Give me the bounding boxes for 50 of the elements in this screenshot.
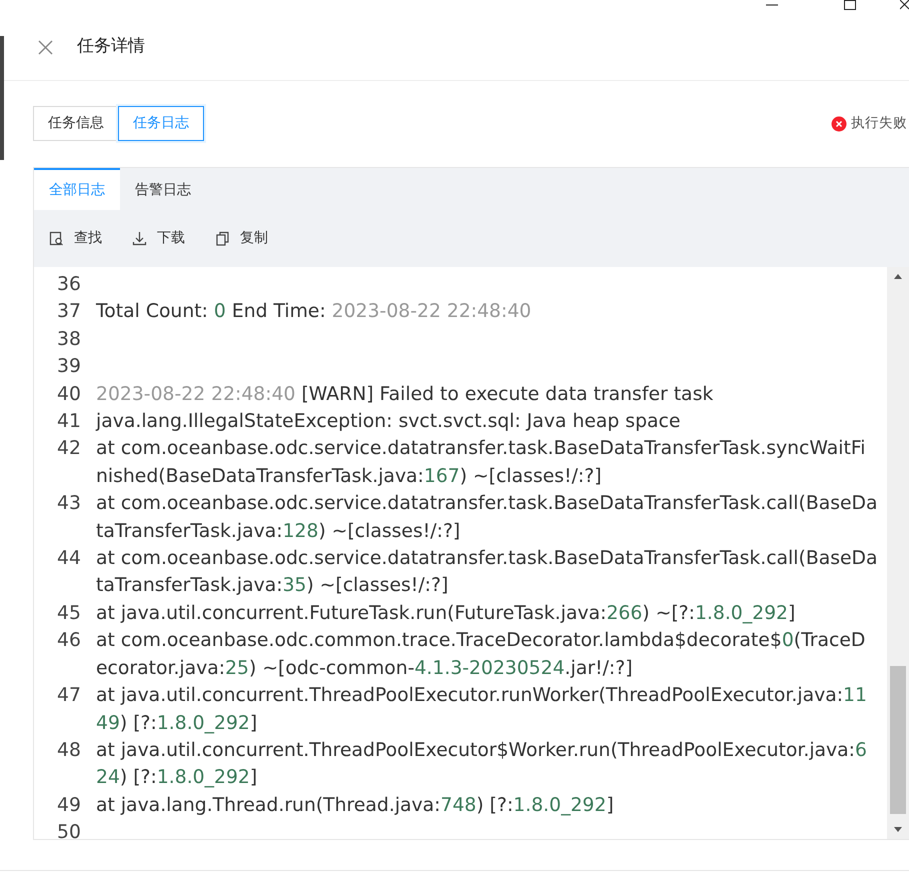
- toolbar-button[interactable]: 下载: [132, 228, 185, 249]
- log-text: taTransferTask.java:35) ~[classes!/:?]: [96, 574, 448, 598]
- log-text: at com.oceanbase.odc.service.datatransfer.task.BaseDataTransferTask.syncWaitFi: [96, 437, 866, 462]
- log-text: 49) [?:1.8.0_292]: [96, 712, 258, 736]
- line-number: 46: [56, 629, 82, 654]
- tab[interactable]: 告警日志: [120, 168, 206, 210]
- log-text: at java.lang.Thread.run(Thread.java:748) [?:1.8.0_292]: [96, 794, 614, 818]
- line-number: 43: [56, 492, 82, 516]
- log-text: 2023-08-22 22:48:40 [WARN] Failed to execute data transfer task: [96, 382, 714, 407]
- toolbar-button[interactable]: 查找: [49, 228, 102, 249]
- tab[interactable]: 任务信息: [33, 106, 119, 141]
- log-text: at com.oceanbase.odc.service.datatransfer.task.BaseDataTransferTask.call(BaseDa: [96, 492, 878, 516]
- error-icon: [831, 116, 847, 132]
- log-text: taTransferTask.java:128) ~[classes!/:?]: [96, 520, 460, 544]
- maximize-icon[interactable]: [844, 0, 856, 10]
- line-number: 39: [56, 355, 82, 380]
- log-text: at com.oceanbase.odc.service.datatransfer.task.BaseDataTransferTask.call(BaseDa: [96, 547, 878, 572]
- drawer-title: 任务详情: [77, 35, 145, 58]
- line-number: 44: [56, 547, 82, 572]
- line-number: 45: [56, 602, 82, 626]
- log-text: Total Count: 0 End Time: 2023-08-22 22:48:40: [96, 300, 532, 324]
- line-number: 50: [56, 821, 82, 839]
- log-text: at java.util.concurrent.FutureTask.run(FutureTask.java:266) ~[?:1.8.0_292]: [96, 602, 796, 626]
- arrow-down-icon[interactable]: [893, 826, 903, 833]
- log-text: nished(BaseDataTransferTask.java:167) ~[classes!/:?]: [96, 464, 602, 489]
- log-text: at java.util.concurrent.ThreadPoolExecutor$Worker.run(ThreadPoolExecutor.java:6: [96, 738, 867, 763]
- line-number: 36: [56, 273, 82, 297]
- line-number: 47: [56, 684, 82, 708]
- log-text: 24) [?:1.8.0_292]: [96, 766, 258, 790]
- line-number: 38: [56, 328, 82, 352]
- copy-icon: [215, 231, 230, 246]
- line-number: 49: [56, 794, 82, 818]
- line-number: 42: [56, 437, 82, 462]
- arrow-up-icon[interactable]: [893, 273, 903, 280]
- log-text: java.lang.IllegalStateException: svct.svct.sql: Java heap space: [96, 410, 680, 434]
- line-number: 48: [56, 738, 82, 763]
- close-button[interactable]: [38, 40, 53, 54]
- log-text: at java.util.concurrent.ThreadPoolExecutor.runWorker(ThreadPoolExecutor.java:11: [96, 684, 867, 708]
- search-icon: [49, 231, 64, 246]
- line-number: 41: [56, 410, 82, 434]
- toolbar-button[interactable]: 复制: [215, 228, 268, 249]
- scroll-thumb[interactable]: [890, 666, 906, 814]
- close-icon: [38, 40, 53, 54]
- line-number: 40: [56, 382, 82, 407]
- line-number: 37: [56, 300, 82, 324]
- status-label: 执行失败: [851, 114, 907, 134]
- close-icon[interactable]: [900, 0, 909, 10]
- log-text: at com.oceanbase.odc.common.trace.TraceDecorator.lambda$decorate$0(TraceD: [96, 629, 866, 654]
- log-text: ecorator.java:25) ~[odc-common-4.1.3-20230524.jar!/:?]: [96, 656, 633, 681]
- download-icon: [132, 231, 147, 246]
